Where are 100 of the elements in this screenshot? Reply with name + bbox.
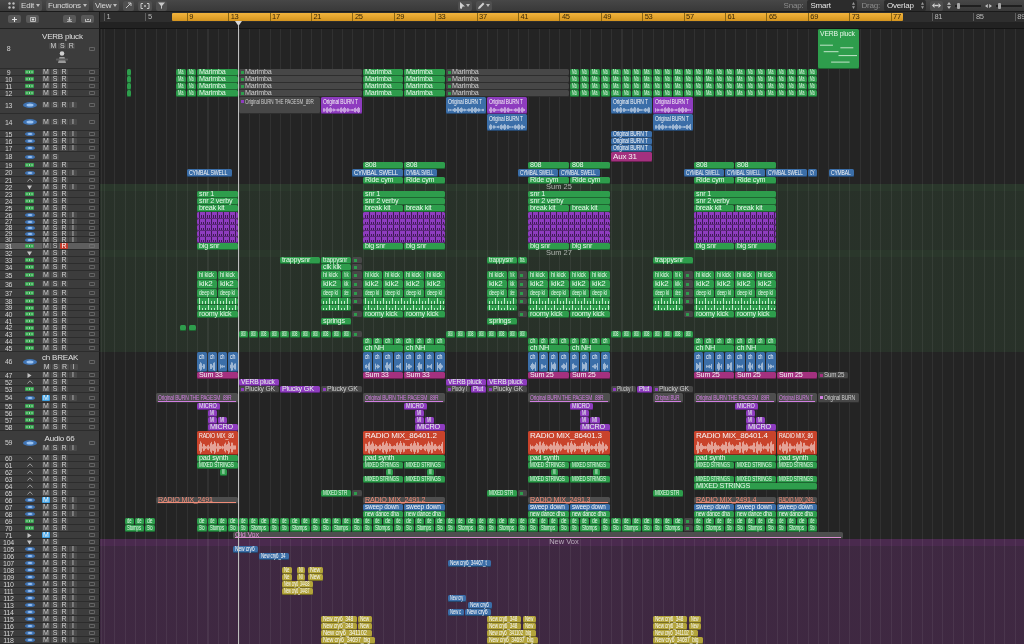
midi-region[interactable] (487, 298, 517, 305)
midi-region[interactable] (684, 311, 693, 318)
square-icon[interactable] (89, 533, 95, 537)
midi-region[interactable]: VERB pluck (818, 29, 859, 69)
midi-region[interactable] (653, 298, 683, 305)
midi-region[interactable]: hi kick (756, 271, 776, 280)
audio-region[interactable]: Original BURN THE PAGESM_89R (156, 393, 238, 403)
disclosure-triangle-icon[interactable] (27, 539, 32, 545)
square-icon[interactable] (89, 631, 95, 635)
square-icon[interactable] (89, 554, 95, 558)
audio-region[interactable]: ch (539, 352, 548, 372)
midi-region[interactable]: hi kick (197, 271, 217, 280)
square-icon[interactable] (89, 512, 95, 516)
midi-region[interactable] (684, 280, 693, 289)
audio-region[interactable] (694, 225, 776, 231)
tray-button[interactable] (81, 15, 94, 23)
square-icon[interactable] (89, 411, 95, 415)
audio-region[interactable] (363, 219, 445, 225)
midi-region[interactable] (528, 305, 610, 311)
midi-region[interactable] (518, 490, 527, 497)
square-icon[interactable] (89, 206, 95, 210)
midi-region[interactable]: hi kick (321, 271, 341, 280)
disclosure-triangle-icon[interactable] (27, 250, 32, 256)
audio-region[interactable]: ch (528, 352, 538, 372)
audio-region[interactable]: ch (228, 352, 238, 372)
square-icon[interactable] (89, 589, 95, 593)
audio-region[interactable]: ch (766, 352, 776, 372)
square-icon[interactable] (89, 273, 95, 277)
audio-region[interactable]: ch (590, 352, 600, 372)
audio-region[interactable]: ch (404, 352, 414, 372)
audio-region[interactable] (197, 225, 238, 231)
square-icon[interactable] (89, 170, 95, 175)
square-icon[interactable] (89, 291, 95, 295)
audio-region[interactable]: Original BURN T (611, 97, 652, 114)
audio-region[interactable]: Original BURN T (777, 393, 817, 403)
square-icon[interactable] (89, 319, 95, 323)
audio-region[interactable] (694, 231, 776, 237)
midi-region[interactable]: hi kick (570, 271, 589, 280)
square-icon[interactable] (89, 199, 95, 203)
midi-region[interactable]: kik2 (363, 280, 382, 289)
slider-thumb[interactable] (998, 2, 1002, 9)
square-icon[interactable] (89, 624, 95, 628)
catch-button[interactable] (123, 0, 135, 11)
zoom-slider[interactable] (996, 2, 1022, 9)
audio-region[interactable]: Original BURN T (653, 97, 693, 114)
midi-region[interactable] (518, 289, 527, 298)
audio-region[interactable]: RADIO MIX_86401.3 (528, 431, 610, 455)
midi-region[interactable] (694, 298, 776, 305)
midi-region[interactable]: kik2 (570, 280, 589, 289)
midi-region[interactable]: hi k (673, 271, 683, 280)
snap-select[interactable]: Smart (807, 0, 858, 11)
square-icon[interactable] (89, 77, 95, 81)
square-icon[interactable] (89, 46, 95, 51)
square-icon[interactable] (89, 305, 95, 310)
square-icon[interactable] (89, 312, 95, 316)
midi-region[interactable]: hi kick (363, 271, 382, 280)
midi-region[interactable]: hi kick (735, 271, 755, 280)
audio-region[interactable] (528, 237, 610, 243)
fit-button[interactable] (930, 0, 943, 11)
dots-icon[interactable] (8, 2, 15, 9)
audio-region[interactable]: ch (756, 352, 765, 372)
square-icon[interactable] (89, 332, 95, 336)
audio-region[interactable]: ch (601, 352, 610, 372)
audio-region[interactable]: ch (746, 352, 755, 372)
square-icon[interactable] (89, 359, 95, 364)
square-icon[interactable] (89, 120, 95, 124)
midi-region[interactable]: deep ki (528, 289, 548, 298)
midi-region[interactable]: dee (673, 289, 683, 298)
slider-thumb[interactable] (956, 2, 960, 9)
square-icon[interactable] (89, 103, 95, 107)
square-icon[interactable] (89, 163, 95, 167)
midi-region[interactable]: hi kick (487, 271, 507, 280)
square-icon[interactable] (89, 325, 95, 330)
drag-select[interactable]: Overlap (884, 0, 926, 11)
midi-region[interactable]: deep ki (756, 289, 776, 298)
midi-region[interactable] (684, 289, 693, 298)
midi-region[interactable] (352, 331, 362, 338)
midi-region[interactable]: kik2 (425, 280, 445, 289)
audio-region[interactable]: Original BURN THE PAGESM_89R (694, 393, 776, 403)
square-icon[interactable] (89, 617, 95, 621)
midi-region[interactable] (352, 271, 362, 280)
midi-region[interactable] (363, 298, 445, 305)
audio-region[interactable]: Original BURN T (321, 97, 362, 114)
midi-region[interactable]: hi kick (528, 271, 548, 280)
disclosure-triangle-icon[interactable] (27, 532, 32, 538)
snap-button[interactable] (138, 0, 153, 11)
audio-region[interactable]: ch (570, 352, 579, 372)
zoom-slider[interactable] (955, 2, 981, 9)
square-icon[interactable] (89, 380, 95, 384)
pencil-tool-button[interactable] (476, 0, 493, 11)
audio-region[interactable]: ch (218, 352, 227, 372)
audio-region[interactable]: ch (549, 352, 558, 372)
audio-region[interactable]: RADIO MIX_86 (197, 431, 238, 455)
midi-region[interactable] (321, 298, 351, 305)
midi-region[interactable]: kik2 (756, 280, 776, 289)
midi-region[interactable] (197, 298, 238, 305)
midi-region[interactable] (352, 490, 362, 497)
midi-region[interactable] (363, 305, 445, 311)
square-icon[interactable] (89, 568, 95, 572)
midi-region[interactable]: kik2 (694, 280, 714, 289)
